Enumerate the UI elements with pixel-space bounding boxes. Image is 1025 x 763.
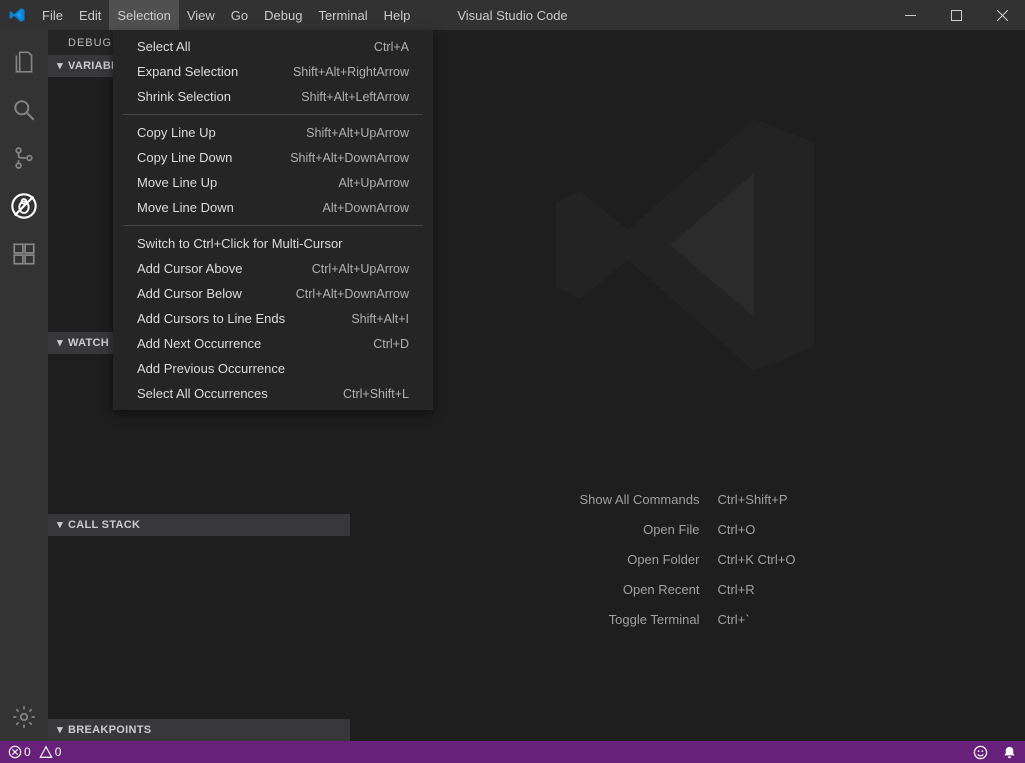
panel-label: BREAKPOINTS (68, 724, 151, 736)
welcome-shortcut-label: Show All Commands (458, 492, 700, 507)
close-button[interactable] (979, 0, 1025, 30)
menu-view[interactable]: View (179, 0, 223, 30)
error-icon (8, 745, 22, 759)
warning-count: 0 (55, 745, 62, 759)
welcome-shortcut-key: Ctrl+R (717, 582, 917, 597)
editor-area: Show All Commands Ctrl+Shift+P Open File… (350, 30, 1025, 741)
menu-item-move-line-down[interactable]: Move Line DownAlt+DownArrow (113, 195, 433, 220)
activity-bar (0, 30, 48, 741)
panel-call-stack: ▾ CALL STACK (48, 514, 350, 719)
menu-item-copy-line-down[interactable]: Copy Line DownShift+Alt+DownArrow (113, 145, 433, 170)
menu-item-add-cursor-below[interactable]: Add Cursor BelowCtrl+Alt+DownArrow (113, 281, 433, 306)
activity-explorer-icon[interactable] (0, 38, 48, 86)
menu-item-add-next-occurrence[interactable]: Add Next OccurrenceCtrl+D (113, 331, 433, 356)
panel-header-call-stack[interactable]: ▾ CALL STACK (48, 514, 350, 536)
activity-extensions-icon[interactable] (0, 230, 48, 278)
menu-item-select-all[interactable]: Select AllCtrl+A (113, 34, 433, 59)
activity-debug-icon[interactable] (0, 182, 48, 230)
panel-header-breakpoints[interactable]: ▾ BREAKPOINTS (48, 719, 350, 741)
status-feedback-icon[interactable] (973, 745, 988, 760)
status-problems[interactable]: 0 0 (8, 745, 61, 759)
welcome-shortcut-key: Ctrl+` (717, 612, 917, 627)
status-bell-icon[interactable] (1002, 745, 1017, 760)
menu-item-add-cursors-line-ends[interactable]: Add Cursors to Line EndsShift+Alt+I (113, 306, 433, 331)
selection-menu-dropdown: Select AllCtrl+A Expand SelectionShift+A… (113, 30, 433, 410)
activity-search-icon[interactable] (0, 86, 48, 134)
welcome-shortcut-label: Open Recent (458, 582, 700, 597)
status-bar: 0 0 (0, 741, 1025, 763)
menu-separator (123, 225, 423, 226)
menu-item-shrink-selection[interactable]: Shrink SelectionShift+Alt+LeftArrow (113, 84, 433, 109)
welcome-shortcut-key: Ctrl+K Ctrl+O (717, 552, 917, 567)
menu-terminal[interactable]: Terminal (310, 0, 375, 30)
warning-icon (39, 745, 53, 759)
welcome-shortcut-key: Ctrl+O (717, 522, 917, 537)
welcome-shortcut-label: Open Folder (458, 552, 700, 567)
activity-source-control-icon[interactable] (0, 134, 48, 182)
error-count: 0 (24, 745, 31, 759)
panel-body-call-stack (48, 536, 350, 719)
menu-item-add-cursor-above[interactable]: Add Cursor AboveCtrl+Alt+UpArrow (113, 256, 433, 281)
menu-item-switch-multicursor[interactable]: Switch to Ctrl+Click for Multi-Cursor (113, 231, 433, 256)
menu-item-select-all-occurrences[interactable]: Select All OccurrencesCtrl+Shift+L (113, 381, 433, 406)
vscode-watermark-icon (538, 95, 838, 395)
window-controls (887, 0, 1025, 30)
menu-item-copy-line-up[interactable]: Copy Line UpShift+Alt+UpArrow (113, 120, 433, 145)
chevron-down-icon: ▾ (52, 518, 68, 531)
minimize-button[interactable] (887, 0, 933, 30)
menu-item-expand-selection[interactable]: Expand SelectionShift+Alt+RightArrow (113, 59, 433, 84)
maximize-button[interactable] (933, 0, 979, 30)
menu-item-move-line-up[interactable]: Move Line UpAlt+UpArrow (113, 170, 433, 195)
chevron-down-icon: ▾ (52, 336, 68, 349)
welcome-shortcut-key: Ctrl+Shift+P (717, 492, 917, 507)
panel-label: WATCH (68, 337, 109, 349)
menu-separator (123, 114, 423, 115)
menu-file[interactable]: File (34, 0, 71, 30)
menu-debug[interactable]: Debug (256, 0, 310, 30)
chevron-down-icon: ▾ (52, 59, 68, 72)
panel-label: CALL STACK (68, 519, 140, 531)
menu-item-add-previous-occurrence[interactable]: Add Previous Occurrence (113, 356, 433, 381)
activity-settings-icon[interactable] (0, 693, 48, 741)
chevron-down-icon: ▾ (52, 723, 68, 736)
menu-bar: File Edit Selection View Go Debug Termin… (34, 0, 418, 30)
vscode-logo-icon (0, 6, 34, 24)
menu-selection[interactable]: Selection (109, 0, 178, 30)
panel-breakpoints: ▾ BREAKPOINTS (48, 719, 350, 741)
menu-help[interactable]: Help (376, 0, 419, 30)
welcome-shortcuts: Show All Commands Ctrl+Shift+P Open File… (458, 492, 918, 627)
title-bar: File Edit Selection View Go Debug Termin… (0, 0, 1025, 30)
welcome-shortcut-label: Open File (458, 522, 700, 537)
welcome-shortcut-label: Toggle Terminal (458, 612, 700, 627)
menu-go[interactable]: Go (223, 0, 256, 30)
menu-edit[interactable]: Edit (71, 0, 109, 30)
window-title: Visual Studio Code (457, 8, 567, 23)
